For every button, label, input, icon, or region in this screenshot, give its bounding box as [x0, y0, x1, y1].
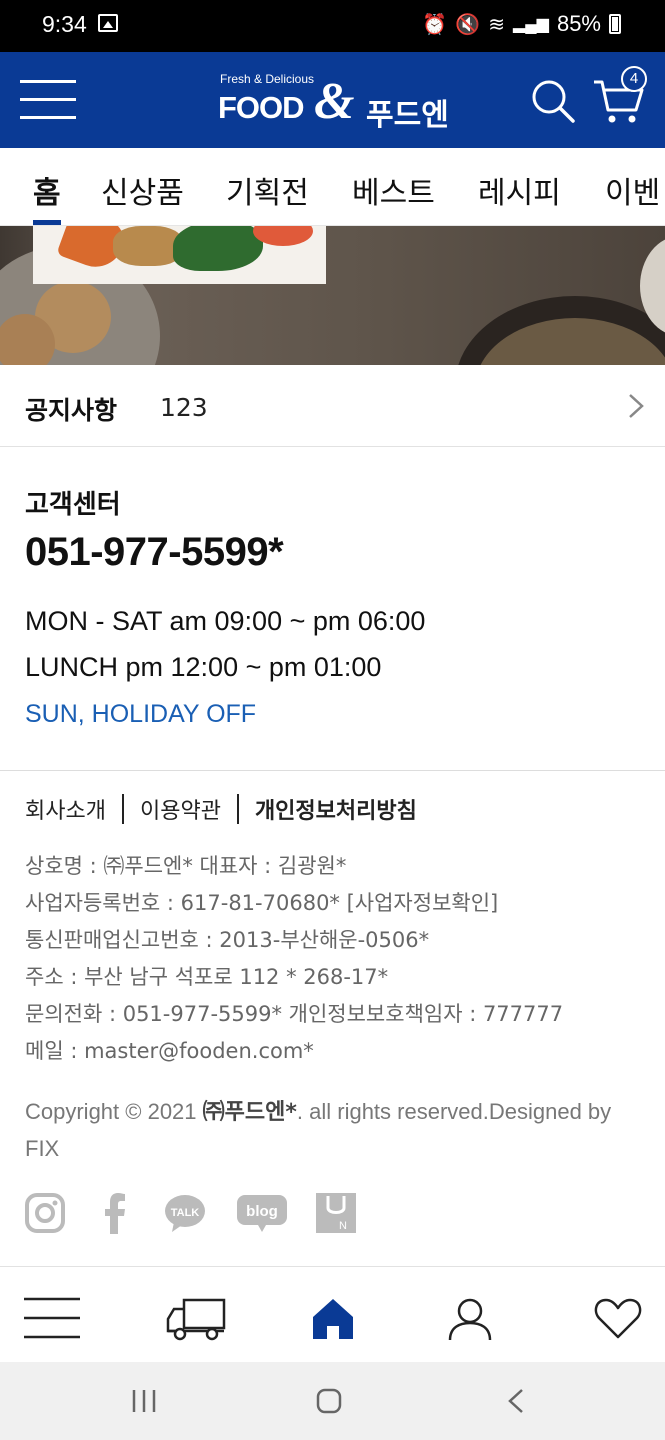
back-icon[interactable] — [506, 1388, 526, 1414]
home-icon[interactable] — [311, 1297, 355, 1341]
un-icon[interactable]: N — [315, 1192, 357, 1234]
customer-center-title: 고객센터 — [25, 490, 121, 520]
brand-logo[interactable]: Fresh & Delicious FOOD & 푸드엔 — [218, 72, 458, 133]
hamburger-menu-button[interactable] — [20, 80, 76, 120]
hero-vegetable-card — [33, 226, 326, 284]
business-registration-line: 사업자등록번호 : 617-81-70680* [사업자정보확인] — [25, 891, 499, 915]
search-icon[interactable] — [530, 78, 576, 124]
delivery-truck-icon[interactable] — [166, 1297, 226, 1341]
svg-text:N: N — [339, 1220, 347, 1232]
instagram-icon[interactable] — [24, 1192, 66, 1234]
tab-home[interactable]: 홈 — [33, 168, 61, 212]
status-bar: 9:34 ⏰ 🔇 ≋ ▂▄▆ 85% — [0, 0, 665, 52]
blog-icon[interactable]: blog — [236, 1192, 288, 1234]
wifi-icon: ≋ — [488, 13, 505, 36]
logo-ampersand: & — [314, 73, 355, 130]
alarm-icon: ⏰ — [422, 13, 448, 36]
battery-icon — [609, 14, 621, 34]
copyright-text: Copyright © 2021 ㈜푸드엔*. all rights reser… — [25, 1099, 612, 1161]
mail-order-license-line: 통신판매업신고번호 : 2013-부산해운-0506* — [25, 928, 430, 952]
bottom-navigation — [0, 1266, 665, 1362]
tab-best[interactable]: 베스트 — [352, 168, 435, 212]
heart-icon[interactable] — [594, 1297, 642, 1339]
image-notification-icon — [98, 14, 118, 32]
hero-banner-image[interactable] — [0, 226, 665, 365]
mute-icon: 🔇 — [455, 13, 481, 36]
company-intro-link[interactable]: 회사소개 — [25, 793, 106, 825]
address-line: 주소 : 부산 남구 석포로 112 * 268-17* — [25, 965, 389, 989]
cart-count-badge: 4 — [621, 66, 647, 92]
status-time: 9:34 — [42, 11, 87, 37]
svg-text:blog: blog — [246, 1203, 278, 1220]
tab-new-products[interactable]: 신상품 — [101, 168, 184, 212]
terms-link[interactable]: 이용약관 — [140, 793, 221, 825]
link-separator — [121, 794, 124, 824]
tab-recipes[interactable]: 레시피 — [478, 168, 561, 212]
business-hours: MON - SAT am 09:00 ~ pm 06:00 — [25, 606, 426, 636]
customer-center-phone[interactable]: 051-977-5599* — [25, 530, 284, 575]
svg-text:TALK: TALK — [171, 1207, 200, 1219]
contact-line: 문의전화 : 051-977-5599* 개인정보보호책임자 : 777777 — [25, 1002, 564, 1026]
system-navigation-bar — [0, 1362, 665, 1440]
footer-links: 회사소개 이용약관 개인정보처리방침 — [25, 792, 417, 826]
holiday-notice: SUN, HOLIDAY OFF — [25, 700, 257, 728]
notice-row[interactable]: 공지사항 123 — [0, 365, 665, 447]
section-divider — [0, 770, 665, 771]
notice-text: 123 — [160, 393, 208, 422]
app-header: Fresh & Delicious FOOD & 푸드엔 — [0, 52, 665, 148]
link-separator — [236, 794, 239, 824]
notice-title: 공지사항 — [25, 396, 118, 425]
user-icon[interactable] — [448, 1297, 492, 1341]
tab-events[interactable]: 이벤 — [605, 168, 660, 212]
logo-tagline: Fresh & Delicious — [220, 72, 315, 86]
lunch-hours: LUNCH pm 12:00 ~ pm 01:00 — [25, 652, 382, 682]
facebook-icon[interactable] — [94, 1192, 136, 1234]
home-button-icon[interactable] — [316, 1388, 342, 1414]
logo-korean-text: 푸드엔 — [366, 98, 449, 133]
chevron-right-icon — [629, 394, 644, 418]
menu-icon[interactable] — [24, 1297, 80, 1339]
recent-apps-icon[interactable] — [131, 1388, 157, 1414]
battery-percent: 85% — [556, 11, 601, 36]
privacy-policy-link[interactable]: 개인정보처리방침 — [255, 793, 417, 825]
tab-promotions[interactable]: 기획전 — [226, 168, 309, 212]
status-indicators: ⏰ 🔇 ≋ ▂▄▆ 85% — [422, 11, 621, 37]
signal-icon: ▂▄▆ — [513, 16, 549, 33]
logo-food-text: FOOD — [218, 90, 305, 125]
email-line: 메일 : master@fooden.com* — [25, 1039, 314, 1063]
category-tabs: 홈 신상품 기획전 베스트 레시피 이벤 — [0, 148, 665, 226]
company-info-line: 상호명 : ㈜푸드엔* 대표자 : 김광원* — [25, 854, 347, 878]
kakaotalk-icon[interactable]: TALK — [164, 1192, 206, 1234]
